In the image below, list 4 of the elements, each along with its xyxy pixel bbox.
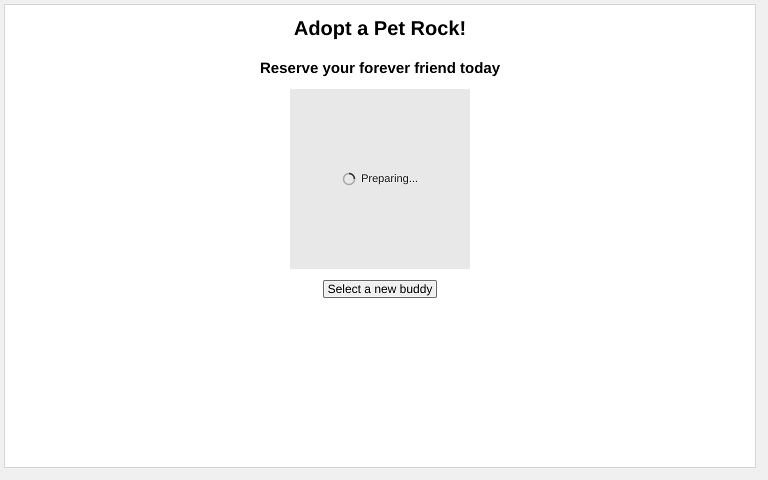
page-title: Adopt a Pet Rock! — [294, 17, 466, 41]
select-buddy-button[interactable]: Select a new buddy — [322, 280, 438, 298]
page-subtitle: Reserve your forever friend today — [260, 60, 500, 78]
status-text: Preparing... — [361, 173, 418, 185]
